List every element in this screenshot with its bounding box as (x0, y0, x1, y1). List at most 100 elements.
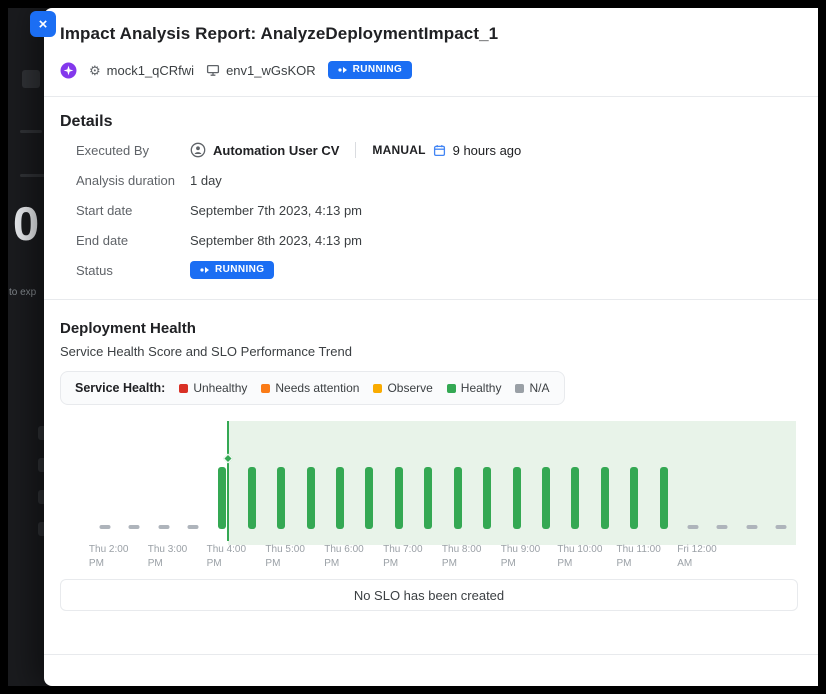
legend-swatch (373, 384, 382, 393)
detail-row-status: Status RUNNING (60, 255, 798, 285)
legend-item-label: Healthy (461, 381, 502, 395)
drawer-footer (44, 654, 818, 686)
legend-item: Unhealthy (179, 381, 247, 395)
detail-label: Start date (76, 203, 190, 218)
x-tick-label: Thu 11:00PM (616, 543, 660, 570)
detail-label: Executed By (76, 143, 190, 158)
deployment-health-subtitle: Service Health Score and SLO Performance… (60, 344, 798, 359)
divider (44, 96, 818, 97)
health-bar-na (129, 525, 140, 529)
running-icon (338, 66, 348, 74)
x-tick-label: Thu 5:00PM (265, 543, 304, 570)
legend-swatch (179, 384, 188, 393)
details-rows: Executed By Automation User CV MANUAL (60, 135, 798, 285)
legend-item-label: Needs attention (275, 381, 359, 395)
deployment-marker-line (227, 421, 229, 541)
report-meta-row: ⚙ mock1_qCRfwi env1_wGsKOR RU (60, 60, 798, 80)
background-partial-line (20, 130, 42, 133)
health-chart-axis: Thu 2:00PMThu 3:00PMThu 4:00PMThu 5:00PM… (90, 543, 796, 569)
service-health-legend: Service Health: Unhealthy Needs attention… (60, 371, 565, 405)
impact-analysis-report-drawer: Impact Analysis Report: AnalyzeDeploymen… (44, 8, 818, 686)
detail-label: Analysis duration (76, 173, 190, 188)
background-big-number: 0 (13, 196, 39, 251)
x-tick-label: Thu 7:00PM (383, 543, 422, 570)
x-tick-label: Thu 10:00PM (557, 543, 602, 570)
gear-icon: ⚙ (89, 64, 101, 77)
legend-swatch (515, 384, 524, 393)
divider (44, 299, 818, 300)
health-chart: Thu 2:00PMThu 3:00PMThu 4:00PMThu 5:00PM… (60, 419, 798, 569)
slo-empty-state: No SLO has been created (60, 579, 798, 611)
detail-row-start-date: Start date September 7th 2023, 4:13 pm (60, 195, 798, 225)
health-bar-healthy (454, 467, 462, 529)
health-bar-healthy (630, 467, 638, 529)
close-icon: × (39, 17, 48, 32)
executed-by-value: Automation User CV MANUAL 9 hours ago (190, 142, 521, 158)
health-bar-healthy (513, 467, 521, 529)
deployment-health-heading: Deployment Health (60, 320, 798, 337)
slo-empty-message: No SLO has been created (354, 588, 504, 603)
x-tick-label: Thu 2:00PM (89, 543, 128, 570)
health-bar-healthy (336, 467, 344, 529)
health-bar-healthy (542, 467, 550, 529)
detail-label: End date (76, 233, 190, 248)
status-badge: RUNNING (328, 61, 412, 79)
drawer-body: Impact Analysis Report: AnalyzeDeploymen… (44, 8, 818, 654)
legend-item: N/A (515, 381, 549, 395)
health-bar-healthy (395, 467, 403, 529)
health-bar-healthy (248, 467, 256, 529)
health-bar-healthy (571, 467, 579, 529)
health-bar-healthy (277, 467, 285, 529)
executed-by-user: Automation User CV (213, 143, 339, 158)
health-bar-healthy (483, 467, 491, 529)
health-bar-na (187, 525, 198, 529)
environment-name: env1_wGsKOR (226, 63, 316, 78)
mock-service-chip[interactable]: ⚙ mock1_qCRfwi (89, 63, 194, 78)
legend-item-label: Observe (387, 381, 432, 395)
status-badge-label: RUNNING (353, 65, 402, 75)
detail-value: September 7th 2023, 4:13 pm (190, 203, 362, 218)
x-tick-label: Fri 12:00AM (677, 543, 716, 570)
detail-row-executed-by: Executed By Automation User CV MANUAL (60, 135, 798, 165)
health-bar-healthy (365, 467, 373, 529)
page-title: Impact Analysis Report: AnalyzeDeploymen… (60, 24, 798, 44)
close-button[interactable]: × (30, 11, 56, 37)
detail-value: September 8th 2023, 4:13 pm (190, 233, 362, 248)
x-tick-label: Thu 8:00PM (442, 543, 481, 570)
mock-service-name: mock1_qCRfwi (107, 63, 194, 78)
health-bar-healthy (424, 467, 432, 529)
execution-mode: MANUAL (372, 143, 425, 157)
health-bar-na (688, 525, 699, 529)
detail-label: Status (76, 263, 190, 278)
legend-item: Observe (373, 381, 432, 395)
x-tick-label: Thu 9:00PM (501, 543, 540, 570)
health-bar-na (746, 525, 757, 529)
environment-icon (206, 64, 220, 77)
health-bar-healthy (218, 467, 226, 529)
running-icon (200, 266, 210, 274)
vertical-divider (355, 142, 356, 158)
user-icon (190, 142, 206, 158)
background-partial-line (20, 174, 46, 177)
status-badge: RUNNING (190, 261, 274, 279)
health-bar-healthy (660, 467, 668, 529)
executed-time: 9 hours ago (453, 143, 522, 158)
x-tick-label: Thu 4:00PM (207, 543, 246, 570)
health-bar-na (158, 525, 169, 529)
health-bar-healthy (601, 467, 609, 529)
health-bar-na (99, 525, 110, 529)
health-bar-healthy (307, 467, 315, 529)
status-badge-label: RUNNING (215, 265, 264, 275)
legend-item-label: Unhealthy (193, 381, 247, 395)
environment-chip[interactable]: env1_wGsKOR (206, 63, 316, 78)
detail-value: 1 day (190, 173, 222, 188)
legend-item: Healthy (447, 381, 502, 395)
details-heading: Details (60, 113, 798, 131)
detail-row-duration: Analysis duration 1 day (60, 165, 798, 195)
legend-swatch (447, 384, 456, 393)
legend-title: Service Health: (75, 381, 165, 395)
automation-avatar-icon (60, 62, 77, 79)
legend-item-label: N/A (529, 381, 549, 395)
legend-item: Needs attention (261, 381, 359, 395)
legend-items: Unhealthy Needs attention Observe Healthy N/… (179, 381, 549, 395)
